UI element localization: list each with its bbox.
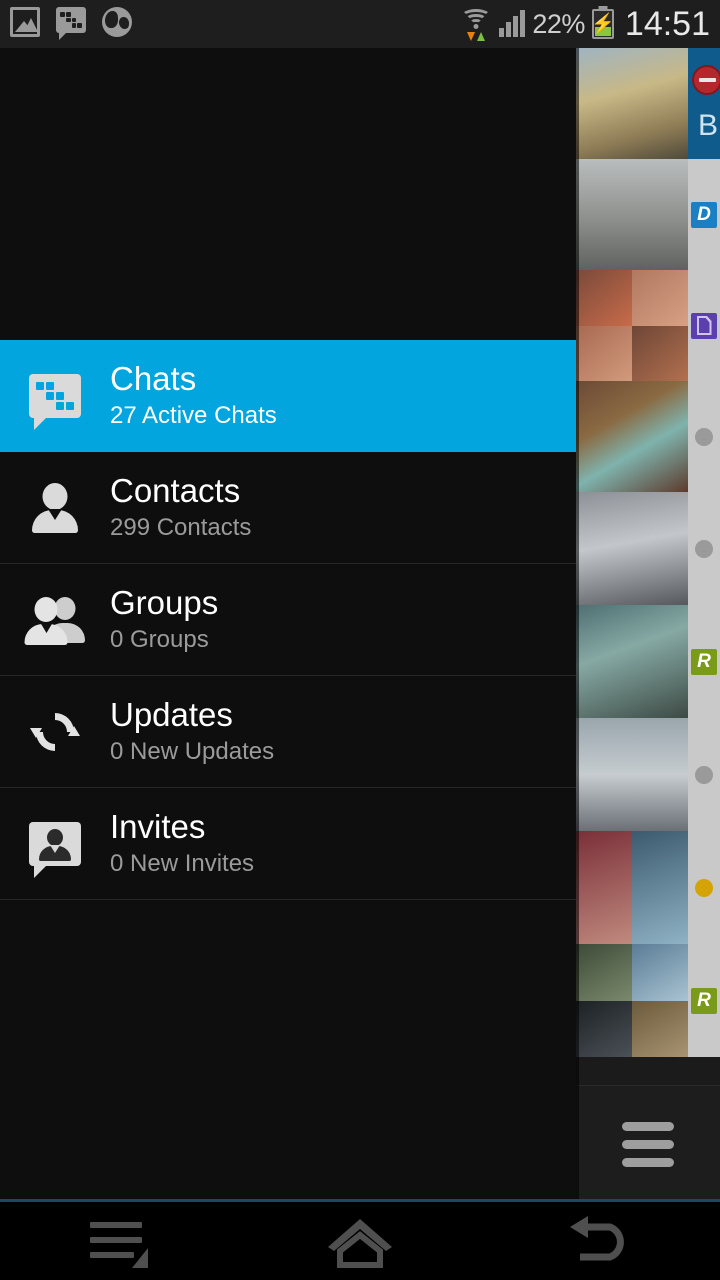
invite-icon: [0, 821, 110, 878]
chat-list-row[interactable]: [576, 492, 720, 605]
data-transfer-icon: [467, 32, 486, 41]
chat-name-partial: B: [698, 108, 719, 142]
chat-list-row[interactable]: [576, 381, 720, 492]
status-badge: R: [691, 648, 717, 675]
sidebar-item-groups[interactable]: Groups 0 Groups: [0, 564, 576, 676]
chat-status-indicator: [688, 381, 720, 492]
sidebar-item-updates[interactable]: Updates 0 New Updates: [0, 676, 576, 788]
panel-footer: [576, 1085, 720, 1202]
chat-list-row[interactable]: D: [576, 159, 720, 270]
status-badge: R: [691, 987, 717, 1014]
chat-avatar: [576, 492, 688, 605]
clock-label: 14:51: [624, 4, 710, 43]
drawer-menu-list: Chats 27 Active Chats Contacts 299 Conta…: [0, 340, 576, 900]
bbm-icon: [56, 7, 90, 41]
chat-avatar: [576, 718, 688, 831]
picture-icon: [10, 7, 44, 41]
hamburger-menu-icon[interactable]: [622, 1121, 674, 1167]
chat-avatar: [576, 944, 688, 1057]
read-dot: [695, 427, 713, 446]
chat-avatar: [576, 381, 688, 492]
sidebar-item-title: Chats: [110, 360, 197, 397]
group-icon: [0, 595, 110, 645]
sidebar-item-subtitle: 0 New Updates: [110, 738, 275, 765]
chat-status-indicator: [688, 831, 720, 944]
chat-avatar: [576, 159, 688, 270]
chat-status-indicator: [688, 718, 720, 831]
globe-icon: [102, 7, 136, 41]
chat-list-row[interactable]: R: [576, 944, 720, 1057]
unread-dot: [695, 878, 713, 897]
chat-list-row[interactable]: B: [576, 48, 720, 159]
person-icon: [0, 482, 110, 533]
chat-status-indicator: R: [688, 944, 720, 1057]
chat-list-row[interactable]: [576, 270, 720, 381]
nav-home-button[interactable]: [240, 1202, 480, 1280]
phone-screen: 22% ⚡ 14:51 Chats 27 Active Chats Contac…: [0, 0, 720, 1280]
chat-status-indicator: D: [688, 159, 720, 270]
panel-edge-shadow: [576, 48, 579, 1202]
sidebar-item-subtitle: 0 Groups: [110, 626, 209, 653]
chat-avatar: [576, 831, 688, 944]
charging-battery-icon: ⚡: [591, 9, 615, 39]
status-bar-system: 22% ⚡ 14:51: [460, 5, 720, 44]
document-icon: [691, 312, 717, 339]
sidebar-item-title: Invites: [110, 808, 206, 845]
status-badge: D: [691, 201, 717, 228]
chat-avatar: [576, 270, 688, 381]
no-entry-icon: [692, 64, 720, 95]
sidebar-item-subtitle: 299 Contacts: [110, 514, 252, 541]
chat-status-indicator: [688, 492, 720, 605]
chat-list-row[interactable]: R: [576, 605, 720, 718]
sidebar-item-title: Contacts: [110, 472, 241, 509]
chat-avatar: [576, 48, 688, 159]
chat-status-indicator: [688, 270, 720, 381]
read-dot: [695, 765, 713, 784]
nav-back-button[interactable]: [480, 1202, 720, 1280]
sidebar-item-invites[interactable]: Invites 0 New Invites: [0, 788, 576, 900]
chat-avatar: [576, 605, 688, 718]
status-bar-notifications: [0, 7, 136, 41]
sidebar-item-title: Groups: [110, 584, 219, 621]
signal-bars-icon: [499, 10, 526, 37]
sidebar-item-chats[interactable]: Chats 27 Active Chats: [0, 340, 576, 452]
navigation-drawer: Chats 27 Active Chats Contacts 299 Conta…: [0, 48, 576, 1202]
status-bar: 22% ⚡ 14:51: [0, 0, 720, 48]
chat-status-indicator: R: [688, 605, 720, 718]
sidebar-item-title: Updates: [110, 696, 233, 733]
bbm-chat-icon: [0, 373, 110, 430]
android-navigation-bar: [0, 1202, 720, 1280]
back-icon: [564, 1213, 636, 1269]
battery-percent-label: 22%: [532, 8, 585, 39]
nav-menu-button[interactable]: [0, 1202, 240, 1280]
menu-icon: [90, 1218, 150, 1268]
read-dot: [695, 539, 713, 558]
sync-icon: [0, 706, 110, 758]
chat-list-row[interactable]: [576, 831, 720, 944]
chat-list-panel[interactable]: B D R R: [576, 48, 720, 1202]
chat-list-row[interactable]: [576, 718, 720, 831]
sidebar-item-contacts[interactable]: Contacts 299 Contacts: [0, 452, 576, 564]
sidebar-item-subtitle: 27 Active Chats: [110, 402, 277, 429]
sidebar-item-subtitle: 0 New Invites: [110, 850, 255, 877]
wifi-icon: [460, 9, 492, 41]
home-icon: [324, 1213, 396, 1269]
